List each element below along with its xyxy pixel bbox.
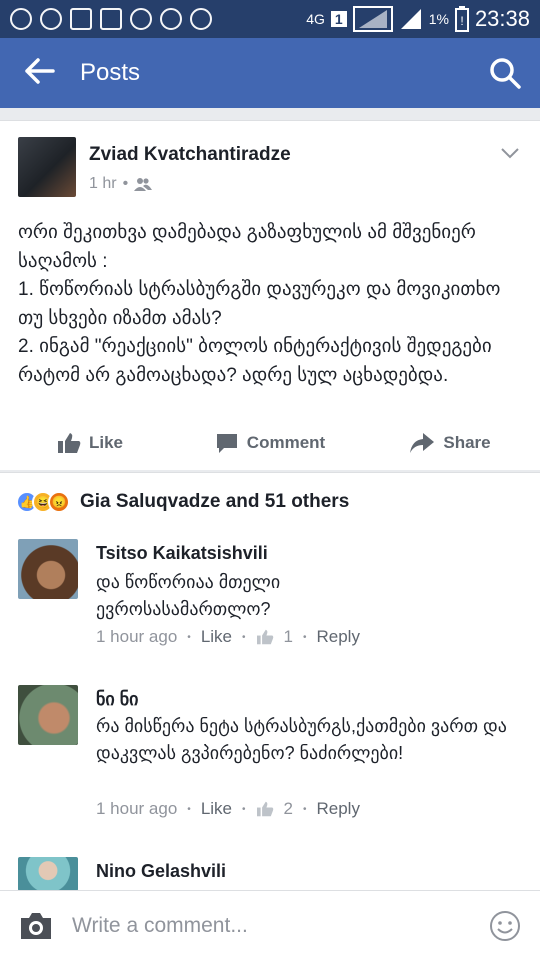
reactions-label: Gia Saluqvadze and 51 others: [80, 491, 350, 512]
share-button[interactable]: Share: [360, 432, 540, 454]
comment-composer: Write a comment...: [0, 890, 540, 960]
comment-like-button[interactable]: Like: [201, 627, 232, 647]
search-button[interactable]: [470, 57, 540, 89]
page-title: Posts: [80, 59, 141, 86]
dot-separator: •: [242, 803, 246, 815]
reaction-icons: 👍 😆 😠: [16, 491, 70, 513]
comment-time[interactable]: 1 hour ago: [96, 627, 177, 647]
network-type: 4G: [306, 11, 325, 27]
sim-indicator: 1: [330, 11, 347, 27]
dot-separator: •: [187, 803, 191, 815]
missed-call-icon: [40, 8, 62, 30]
thumbs-up-icon: [256, 629, 273, 645]
dot-separator: •: [302, 631, 307, 643]
comment-like-count[interactable]: 2: [284, 799, 293, 819]
dot-separator: •: [187, 631, 191, 643]
clock: 23:38: [474, 6, 530, 31]
comment-meta: 1 hour ago • Like • 1 • Reply: [96, 627, 360, 647]
post-actions: Like Comment Share: [0, 421, 540, 465]
signal-icon: [352, 6, 393, 32]
alarm-icon: [190, 8, 212, 30]
post-meta: 1 hr •: [89, 175, 153, 193]
comment-reply-button[interactable]: Reply: [317, 799, 360, 819]
post-time[interactable]: 1 hr: [89, 175, 117, 193]
camera-button[interactable]: [0, 911, 72, 941]
thumbs-up-icon: [57, 433, 81, 453]
comment-icon: [216, 434, 237, 453]
commenter-name[interactable]: Nino Gelashvili: [96, 861, 226, 882]
comment-reply-button[interactable]: Reply: [317, 627, 360, 647]
status-bar: 4G 1 1% ! 23:38: [0, 0, 540, 38]
camera-icon: [21, 912, 51, 939]
comment-time[interactable]: 1 hour ago: [96, 799, 177, 819]
signal-bars-icon: [400, 9, 421, 29]
commenter-name[interactable]: Tsitso Kaikatsishvili: [96, 543, 268, 564]
svg-text:!: !: [460, 14, 463, 28]
commenter-avatar[interactable]: [18, 857, 78, 891]
like-button[interactable]: Like: [0, 432, 180, 454]
thumbs-up-icon: [256, 801, 273, 817]
battery-percent: 1%: [428, 11, 449, 27]
friends-icon: [134, 178, 153, 191]
post-options-button[interactable]: [500, 139, 520, 165]
comment-meta: 1 hour ago • Like • 2 • Reply: [96, 799, 360, 819]
search-icon: [490, 58, 521, 89]
phone-icon: [100, 8, 122, 30]
facebook-icon: [70, 8, 92, 30]
mute-icon: [160, 8, 182, 30]
chevron-down-icon: [501, 148, 519, 159]
battery-icon: !: [454, 6, 469, 32]
author-avatar[interactable]: [18, 137, 76, 197]
smiley-icon: [490, 910, 520, 941]
dot-separator: •: [122, 175, 129, 192]
comment-like-count[interactable]: 1: [284, 627, 293, 647]
app-bar: Posts: [0, 38, 540, 108]
dot-separator: •: [242, 631, 246, 643]
comment-text: და წოწორიაა მთელი ევროსასამართლო?: [96, 572, 281, 619]
comments-section: 👍 😆 😠 Gia Saluqvadze and 51 others Tsits…: [0, 472, 540, 891]
post-card: Zviad Kvatchantiradze 1 hr • ორი შეკითხვ…: [0, 120, 540, 470]
reactions-bar[interactable]: 👍 😆 😠 Gia Saluqvadze and 51 others: [16, 491, 349, 513]
emoji-button[interactable]: [470, 910, 540, 942]
messenger-icon: [130, 8, 152, 30]
commenter-avatar[interactable]: [18, 539, 78, 599]
back-arrow-icon: [25, 58, 55, 84]
angry-reaction-icon: 😠: [48, 491, 70, 513]
like-label: Like: [88, 433, 124, 452]
comment-text: რა მისწერა ნეტა სტრასბურგს,ქათმები ვართ …: [96, 716, 507, 763]
share-icon: [410, 433, 435, 453]
back-button[interactable]: [0, 38, 80, 108]
author-name[interactable]: Zviad Kvatchantiradze: [89, 144, 291, 166]
whatsapp-icon: [10, 8, 32, 30]
notification-icons: [10, 8, 306, 30]
comment-button[interactable]: Comment: [180, 432, 360, 454]
share-label: Share: [443, 433, 491, 452]
comment-label: Comment: [246, 433, 326, 452]
comment-input[interactable]: Write a comment...: [72, 914, 470, 938]
commenter-name[interactable]: ნი ნი: [96, 689, 138, 710]
dot-separator: •: [302, 803, 307, 815]
comment-like-button[interactable]: Like: [201, 799, 232, 819]
post-body: ორი შეკითხვა დამებადა გაზაფხულის ამ მშვე…: [18, 222, 501, 386]
commenter-avatar[interactable]: [18, 685, 78, 745]
status-right: 4G 1 1% ! 23:38: [306, 6, 530, 32]
